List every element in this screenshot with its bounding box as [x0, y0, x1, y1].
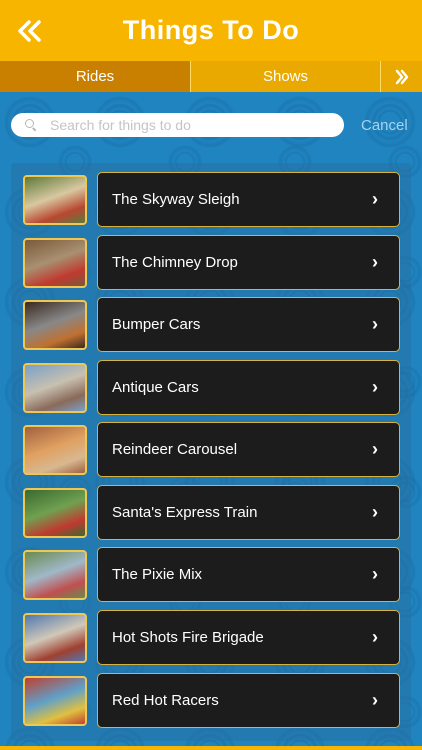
search-input[interactable] — [50, 117, 320, 133]
tab-shows[interactable]: Shows — [191, 61, 381, 92]
list-item[interactable]: Antique Cars › — [11, 360, 411, 416]
list-item-label: Red Hot Racers — [112, 692, 219, 709]
list-item[interactable]: Red Hot Racers › — [11, 673, 411, 729]
list-item-card[interactable]: Bumper Cars › — [97, 297, 400, 352]
list-item-label: Hot Shots Fire Brigade — [112, 629, 264, 646]
list-item[interactable]: Reindeer Carousel › — [11, 422, 411, 478]
list-item-label: The Pixie Mix — [112, 566, 203, 583]
chevron-right-icon: › — [372, 314, 378, 334]
list-item[interactable]: Bumper Cars › — [11, 297, 411, 353]
thumbnail-image — [23, 238, 87, 288]
search-field[interactable] — [11, 113, 344, 137]
list-item[interactable]: The Skyway Sleigh › — [11, 172, 411, 228]
list-item[interactable]: Hot Shots Fire Brigade › — [11, 610, 411, 666]
chevron-right-icon: › — [372, 627, 378, 647]
list-item-card[interactable]: The Pixie Mix › — [97, 547, 400, 602]
chevron-right-icon: › — [372, 252, 378, 272]
search-row: Cancel — [11, 113, 411, 137]
list-item-label: Bumper Cars — [112, 316, 201, 333]
thumbnail-image — [23, 363, 87, 413]
search-icon — [25, 119, 37, 131]
cancel-button[interactable]: Cancel — [361, 117, 408, 134]
chevron-right-icon: › — [372, 189, 378, 209]
thumbnail-image — [23, 300, 87, 350]
list-item-card[interactable]: The Chimney Drop › — [97, 235, 400, 290]
thumbnail-image — [23, 613, 87, 663]
list-item[interactable]: Santa's Express Train › — [11, 485, 411, 541]
bottom-bar — [0, 746, 422, 750]
thumbnail-image — [23, 676, 87, 726]
list-item-card[interactable]: Antique Cars › — [97, 360, 400, 415]
list-item[interactable]: The Chimney Drop › — [11, 235, 411, 291]
tab-bar: Rides Shows — [0, 61, 422, 92]
list-item-card[interactable]: The Skyway Sleigh › — [97, 172, 400, 227]
list-item-label: Reindeer Carousel — [112, 441, 238, 458]
list-item-label: The Chimney Drop — [112, 254, 238, 271]
list-item[interactable]: The Pixie Mix › — [11, 547, 411, 603]
chevron-right-icon: › — [372, 564, 378, 584]
list-item-card[interactable]: Reindeer Carousel › — [97, 422, 400, 477]
chevron-right-icon: › — [372, 502, 378, 522]
header-bar: Things To Do — [0, 0, 422, 61]
thumbnail-image — [23, 488, 87, 538]
chevron-right-icon: › — [372, 439, 378, 459]
page-title: Things To Do — [122, 15, 300, 45]
double-chevron-right-icon[interactable] — [381, 61, 422, 92]
list-item-label: Santa's Express Train — [112, 504, 258, 521]
attractions-list: The Skyway Sleigh › The Chimney Drop › B… — [11, 163, 411, 741]
list-item-label: Antique Cars — [112, 379, 199, 396]
thumbnail-image — [23, 175, 87, 225]
list-item-label: The Skyway Sleigh — [112, 191, 240, 208]
thumbnail-image — [23, 550, 87, 600]
double-chevron-left-icon[interactable] — [16, 17, 44, 45]
list-item-card[interactable]: Santa's Express Train › — [97, 485, 400, 540]
tab-rides[interactable]: Rides — [0, 61, 191, 92]
thumbnail-image — [23, 425, 87, 475]
chevron-right-icon: › — [372, 690, 378, 710]
list-item-card[interactable]: Red Hot Racers › — [97, 673, 400, 728]
list-item-card[interactable]: Hot Shots Fire Brigade › — [97, 610, 400, 665]
chevron-right-icon: › — [372, 377, 378, 397]
